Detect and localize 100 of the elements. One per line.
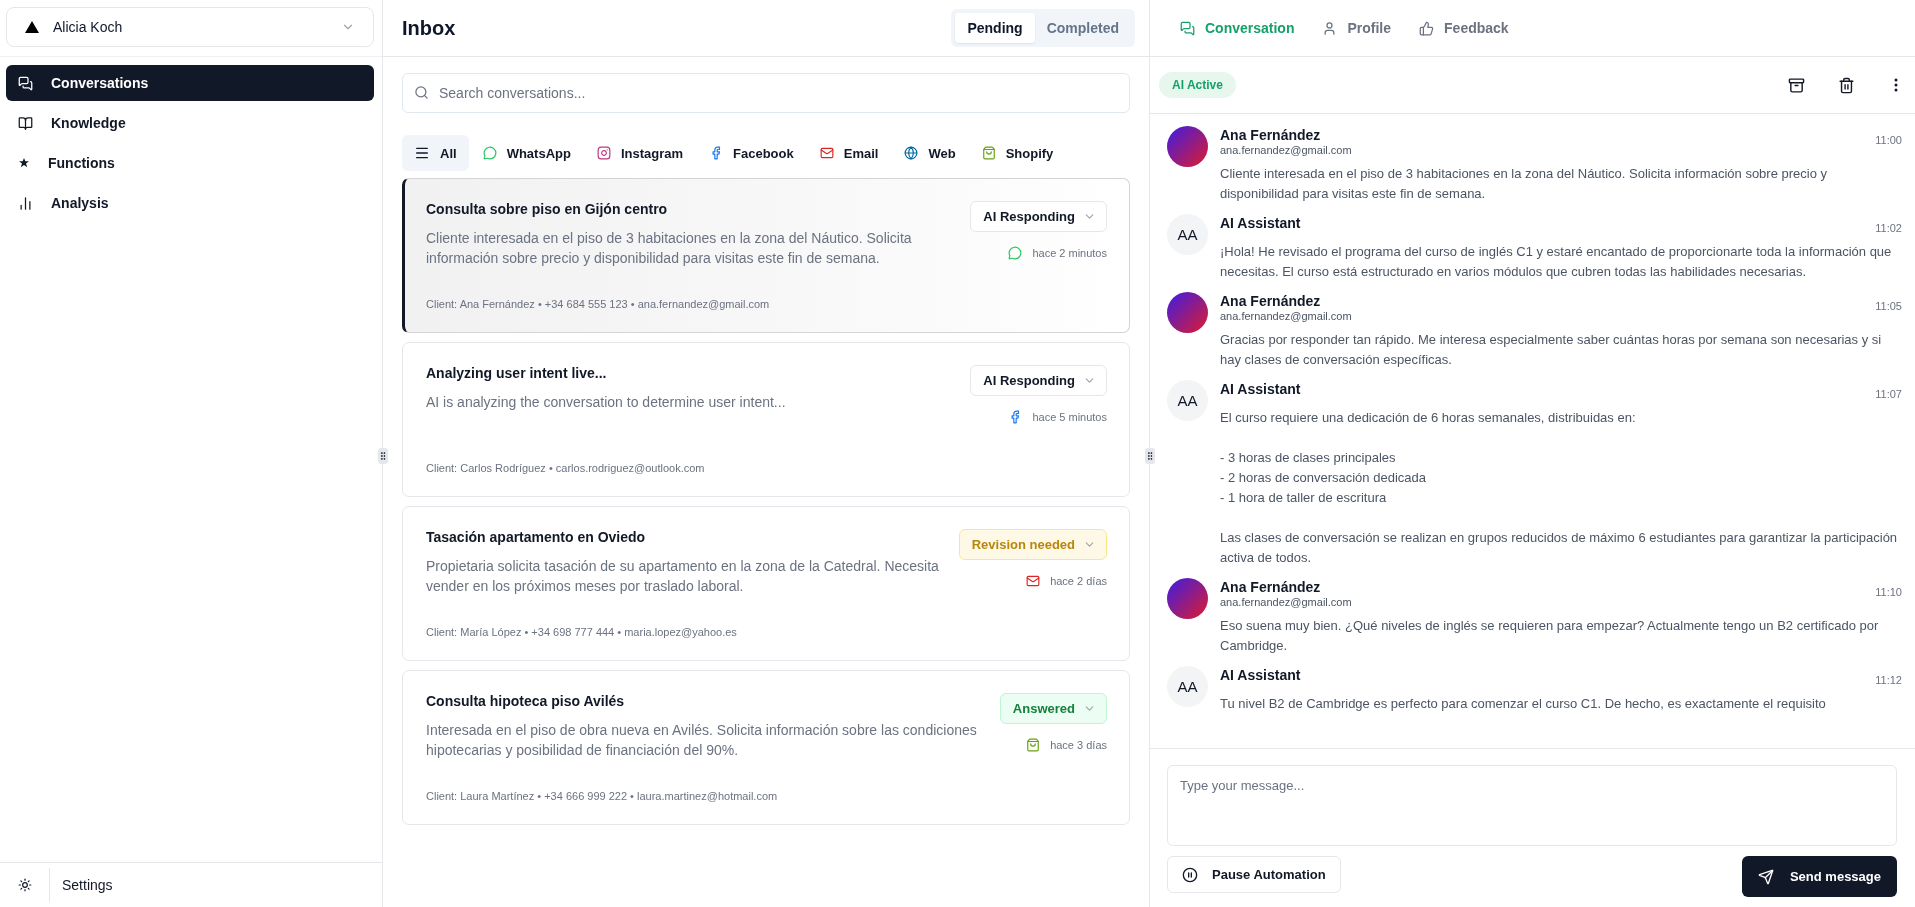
conversation-time: hace 2 días: [1050, 575, 1107, 587]
avatar: [1167, 292, 1208, 333]
avatar: [1167, 126, 1208, 167]
detail-tab[interactable]: Feedback: [1419, 20, 1509, 36]
channel-filter[interactable]: WhatsApp: [470, 135, 583, 171]
archive-icon: [1787, 76, 1805, 94]
status-dropdown[interactable]: Answered: [999, 693, 1107, 724]
status-tab[interactable]: Completed: [1034, 13, 1131, 43]
sender-email: ana.fernandez@gmail.com: [1220, 596, 1352, 608]
sender-email: ana.fernandez@gmail.com: [1220, 310, 1352, 322]
message-text: Eso suena muy bien. ¿Qué niveles de inglés se requieren para empezar? Actualmente tengo un B2 certificado por Cambridge.: [1220, 617, 1880, 655]
message-text: Gracias por responder tan rápido. Me interesa especialmente saber cuántas horas por semana son necesarias y si hay clases de conversación específicas.: [1220, 331, 1883, 369]
message-text: Tu nivel B2 de Cambridge es perfecto para comenzar el curso C1. De hecho, es exactamente el requisito: [1220, 695, 1827, 713]
client-details: Client: Laura Martínez • +34 666 999 222 • laura.martinez@hotmail.com: [426, 789, 779, 802]
client-details: Client: Ana Fernández • +34 684 555 123 • ana.fernandez@gmail.com: [426, 297, 771, 310]
more-vertical-icon: [1894, 78, 1898, 92]
triangle-logo-icon: [25, 21, 39, 33]
delete-button[interactable]: [1837, 76, 1855, 94]
nav-item[interactable]: Analysis: [6, 185, 374, 221]
channel-filter[interactable]: All: [402, 135, 469, 171]
message-text: El curso requiere una dedicación de 6 horas semanales, distribuidas en: - 3 horas de clases principales - 2 horas de conversación dedicada - 1 hora de taller de escritura Las clases de conversación se realizan en grupos reducidos de máximo 6 estudiantes para garantizar la participación activa de todos.: [1220, 409, 1899, 567]
sender-name: AI Assistant: [1220, 380, 1301, 398]
nav-item[interactable]: Functions: [6, 145, 374, 181]
thumbs-up-icon: [1419, 20, 1435, 36]
sun-icon[interactable]: [17, 878, 32, 892]
inbox-title: Inbox: [402, 16, 456, 40]
message-text: ¡Hola! He revisado el programa del curso de inglés C1 y estaré encantado de proporcionarte toda la información que necesitas. El curso está estructurado en varios módulos que cubren todas las habilidades necesarias.: [1220, 243, 1893, 281]
message-time: 11:00: [1875, 134, 1902, 146]
menu-icon: [414, 145, 430, 161]
account-name: Alicia Koch: [53, 19, 124, 35]
status-tab[interactable]: Pending: [955, 13, 1035, 43]
ai-status-badge: AI Active: [1159, 72, 1236, 98]
bar-chart-icon: [18, 195, 33, 211]
nav-item[interactable]: Knowledge: [6, 105, 374, 141]
trash-icon: [1837, 76, 1855, 94]
pause-automation-button[interactable]: Pause Automation: [1167, 856, 1341, 893]
search-field[interactable]: Search conversations...: [402, 73, 1130, 113]
message-text: Cliente interesada en el piso de 3 habitaciones en la zona del Náutico. Solicita información sobre precio y disponibilidad para visitas este fin de semana.: [1220, 165, 1829, 203]
archive-button[interactable]: [1787, 76, 1805, 94]
conversation-title: Consulta hipoteca piso Avilés: [426, 693, 626, 709]
conversation-title: Tasación apartamento en Oviedo: [426, 529, 647, 545]
shopping-bag-icon: [981, 146, 996, 160]
message-input[interactable]: Type your message...: [1167, 765, 1897, 846]
resize-handle-icon[interactable]: [378, 448, 388, 464]
conversation-card[interactable]: [402, 670, 1130, 825]
status-dropdown[interactable]: AI Responding: [970, 365, 1107, 396]
sender-name: Ana Fernández: [1220, 578, 1322, 596]
account-switcher[interactable]: Alicia Koch: [6, 7, 374, 47]
client-details: Client: María López • +34 698 777 444 • maria.lopez@yahoo.es: [426, 625, 738, 638]
conversation-summary: Propietaria solicita tasación de su apartamento en la zona de la Catedral. Necesita vender en los próximos meses por traslado laboral.: [426, 557, 940, 596]
avatar-initials: AA: [1167, 380, 1208, 421]
sender-name: Ana Fernández: [1220, 126, 1322, 144]
search-icon: [414, 85, 429, 100]
avatar-initials: AA: [1167, 666, 1208, 707]
channel-filter[interactable]: Web: [892, 135, 968, 171]
conversation-title: Analyzing user intent live...: [426, 365, 608, 381]
message-time: 11:10: [1875, 586, 1902, 598]
message-time: 11:12: [1875, 674, 1902, 686]
chat-bubbles-icon: [1180, 20, 1195, 36]
conversation-time: hace 3 días: [1050, 739, 1107, 751]
conversation-summary: Cliente interesada en el piso de 3 habitaciones en la zona del Náutico. Solicita información sobre precio y disponibilidad para visitas este fin de semana.: [426, 229, 913, 268]
channel-filter[interactable]: Facebook: [697, 135, 806, 171]
book-icon: [18, 115, 33, 131]
conversation-card[interactable]: [402, 178, 1130, 333]
message-time: 11:05: [1875, 300, 1902, 312]
sender-name: Ana Fernández: [1220, 292, 1322, 310]
conversation-time: hace 5 minutos: [1032, 411, 1107, 423]
sender-name: AI Assistant: [1220, 666, 1301, 684]
message-time: 11:07: [1875, 388, 1902, 400]
star-icon: [18, 157, 30, 169]
settings-link[interactable]: Settings: [50, 877, 113, 893]
chat-bubble-icon: [1008, 246, 1023, 260]
channel-filter[interactable]: Email: [807, 135, 891, 171]
globe-icon: [904, 146, 919, 160]
conversation-title: Consulta sobre piso en Gijón centro: [426, 201, 669, 217]
send-icon: [1757, 868, 1774, 885]
chat-bubbles-icon: [18, 75, 33, 91]
avatar-initials: AA: [1167, 214, 1208, 255]
conversation-summary: Interesada en el piso de obra nueva en Avilés. Solicita información sobre las condiciones hipotecarias y posibilidad de financiación del 90%.: [426, 721, 978, 760]
nav-item[interactable]: Conversations: [6, 65, 374, 101]
sender-email: ana.fernandez@gmail.com: [1220, 144, 1352, 156]
avatar: [1167, 578, 1208, 619]
conversation-card[interactable]: Analyzing user intent live... AI is analyzing the conversation to determine user intent... Client: Carlos Rodríguez • carlos.rodriguez@outlook.com AI Responding hace 5 minutos: [402, 342, 1130, 497]
pause-icon: [1182, 866, 1198, 883]
shopping-bag-icon: [1026, 738, 1041, 752]
message-time: 11:02: [1875, 222, 1902, 234]
camera-icon: [596, 146, 611, 160]
send-message-button[interactable]: Send message: [1741, 856, 1897, 897]
mail-icon: [819, 146, 834, 160]
client-details: Client: Carlos Rodríguez • carlos.rodriguez@outlook.com: [426, 461, 706, 474]
resize-handle-icon[interactable]: [1145, 448, 1155, 464]
user-icon: [1322, 20, 1338, 36]
chat-bubble-icon: [482, 146, 497, 160]
detail-tab[interactable]: Profile: [1322, 20, 1392, 36]
channel-filter[interactable]: Instagram: [584, 135, 696, 171]
conversation-summary: AI is analyzing the conversation to determine user intent...: [426, 393, 787, 412]
mail-icon: [1026, 574, 1041, 588]
status-dropdown[interactable]: AI Responding: [970, 201, 1107, 232]
channel-filter[interactable]: Shopify: [969, 135, 1066, 171]
conversation-card[interactable]: [402, 506, 1130, 661]
